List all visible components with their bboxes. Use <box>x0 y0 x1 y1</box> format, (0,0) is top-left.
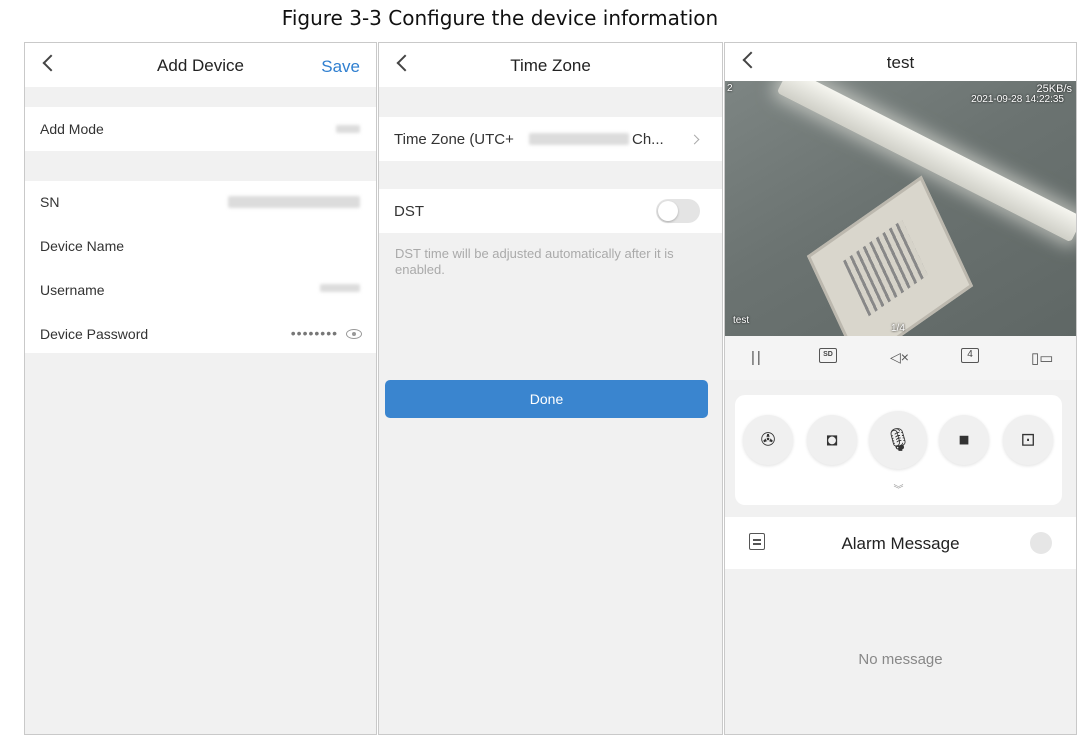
nav-bar: Time Zone <box>379 43 722 87</box>
chevron-right-icon <box>689 134 700 145</box>
nav-bar: Add Device Save <box>25 43 376 87</box>
page-title: Time Zone <box>510 56 591 75</box>
alarm-settings-icon[interactable] <box>1030 532 1052 554</box>
video-camera-icon: ■ <box>958 429 970 450</box>
page-title: test <box>886 53 915 72</box>
device-info-group: SN Device Name Username Device Password … <box>25 181 376 353</box>
ptz-icon: ✇ <box>760 429 776 450</box>
empty-state-text: No message <box>858 651 943 668</box>
microphone-icon: 🎙 <box>884 427 912 452</box>
page-indicator: 1/4 <box>891 323 905 334</box>
add-mode-value <box>336 125 360 133</box>
live-view-screen: test 2 25KB/s 2021-09-28 14:22:35 test 1… <box>724 42 1077 735</box>
channel-name: test <box>733 315 750 326</box>
eye-icon[interactable] <box>346 329 362 339</box>
add-mode-label: Add Mode <box>40 121 104 137</box>
time-zone-row[interactable]: Time Zone (UTC+ Ch... <box>379 117 722 161</box>
add-device-screen: Add Device Save Add Mode SN Device Name … <box>24 42 377 735</box>
ceiling-vent-image <box>806 175 974 336</box>
dst-hint: DST time will be adjusted automatically … <box>395 246 674 277</box>
figure-caption: Figure 3-3 Configure the device informat… <box>281 6 719 30</box>
screenshot-target-icon: ⊡ <box>1020 429 1036 450</box>
alarm-message-header[interactable]: Alarm Message <box>725 517 1076 569</box>
corner-digit: 2 <box>727 83 733 94</box>
done-button[interactable]: Done <box>385 380 708 418</box>
time-zone-label: Time Zone (UTC+ <box>394 131 514 148</box>
action-card: ✇ ◘ 🎙 ■ ⊡ ︾ <box>735 395 1062 505</box>
nav-bar: test <box>725 43 1076 81</box>
split-screen-button[interactable]: 4 <box>961 348 979 363</box>
record-button[interactable]: ■ <box>939 415 989 465</box>
playback-controls: || SD ◁× 4 ▯▭ <box>725 336 1076 380</box>
time-zone-value-blurred <box>529 133 629 145</box>
save-button[interactable]: Save <box>321 57 360 77</box>
sn-label: SN <box>40 194 60 210</box>
timestamp-text: 2021-09-28 14:22:35 <box>971 94 1064 105</box>
time-zone-value-prefix: (UTC+ <box>469 131 514 148</box>
talk-button[interactable]: 🎙 <box>869 411 927 469</box>
time-zone-label-text: Time Zone <box>394 131 466 148</box>
username-value <box>320 284 360 292</box>
camera-icon: ◘ <box>826 429 838 450</box>
time-zone-value-suffix: Ch... <box>632 131 664 148</box>
expand-more-icon[interactable]: ︾ <box>735 481 1062 496</box>
dst-label: DST <box>394 203 424 220</box>
mute-icon[interactable]: ◁× <box>890 349 909 366</box>
device-name-label: Device Name <box>40 238 125 254</box>
ptz-button[interactable]: ✇ <box>743 415 793 465</box>
add-mode-row[interactable]: Add Mode <box>25 107 376 151</box>
dst-row: DST <box>379 189 722 233</box>
alarm-message-title: Alarm Message <box>841 534 960 553</box>
password-field[interactable]: •••••••• <box>291 325 338 341</box>
sn-value <box>228 196 360 208</box>
quality-sd-button[interactable]: SD <box>819 348 837 363</box>
username-label: Username <box>40 282 105 298</box>
snapshot-button[interactable]: ◘ <box>807 415 857 465</box>
time-zone-screen: Time Zone Time Zone (UTC+ Ch... DST DST … <box>378 42 723 735</box>
device-password-label: Device Password <box>40 326 149 342</box>
rotate-screen-icon[interactable]: ▯▭ <box>1031 349 1053 367</box>
pause-icon[interactable]: || <box>751 349 763 366</box>
dst-toggle[interactable] <box>656 199 700 223</box>
more-button[interactable]: ⊡ <box>1003 415 1053 465</box>
live-video[interactable]: 2 25KB/s 2021-09-28 14:22:35 test 1/4 <box>725 81 1076 336</box>
